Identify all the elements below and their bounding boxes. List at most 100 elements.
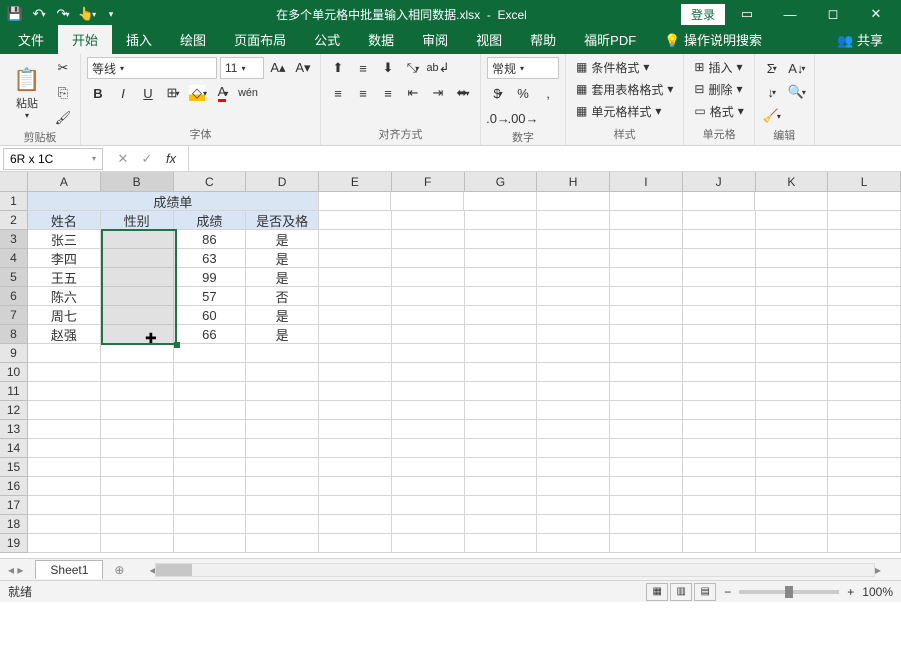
cell[interactable] bbox=[392, 211, 465, 230]
cell[interactable] bbox=[610, 382, 683, 401]
header-pass[interactable]: 是否及格 bbox=[246, 211, 319, 230]
cell[interactable] bbox=[756, 496, 829, 515]
tab-file[interactable]: 文件 bbox=[4, 25, 58, 54]
align-bottom-button[interactable]: ⬇ bbox=[377, 57, 399, 79]
cell[interactable] bbox=[537, 325, 610, 344]
cell[interactable] bbox=[392, 249, 465, 268]
cell[interactable] bbox=[683, 515, 756, 534]
cell[interactable] bbox=[756, 401, 829, 420]
cell[interactable] bbox=[828, 249, 901, 268]
cell[interactable] bbox=[101, 515, 174, 534]
fx-button[interactable]: fx bbox=[160, 148, 182, 170]
cell[interactable] bbox=[246, 382, 319, 401]
cell[interactable] bbox=[537, 363, 610, 382]
cell[interactable] bbox=[610, 306, 683, 325]
cell[interactable] bbox=[319, 496, 392, 515]
cell[interactable] bbox=[28, 458, 101, 477]
data-score[interactable]: 60 bbox=[174, 306, 247, 325]
row-header-16[interactable]: 16 bbox=[0, 477, 28, 496]
cell[interactable] bbox=[756, 325, 829, 344]
column-header-E[interactable]: E bbox=[319, 172, 392, 192]
cell[interactable] bbox=[610, 325, 683, 344]
cell[interactable] bbox=[101, 382, 174, 401]
cell[interactable] bbox=[537, 401, 610, 420]
cell[interactable] bbox=[828, 382, 901, 401]
sort-filter-button[interactable]: A↓▾ bbox=[786, 57, 808, 79]
italic-button[interactable]: I bbox=[112, 82, 134, 104]
cell[interactable] bbox=[610, 439, 683, 458]
cell[interactable] bbox=[246, 477, 319, 496]
find-button[interactable]: 🔍▾ bbox=[786, 81, 808, 103]
horizontal-scrollbar[interactable]: ◂ ▸ bbox=[129, 563, 901, 577]
row-header-2[interactable]: 2 bbox=[0, 211, 28, 230]
cell[interactable] bbox=[319, 382, 392, 401]
cell[interactable] bbox=[756, 211, 829, 230]
cell[interactable] bbox=[246, 458, 319, 477]
tab-insert[interactable]: 插入 bbox=[112, 25, 166, 54]
data-score[interactable]: 63 bbox=[174, 249, 247, 268]
cell[interactable] bbox=[101, 534, 174, 553]
cell[interactable] bbox=[828, 496, 901, 515]
cell[interactable] bbox=[28, 439, 101, 458]
cell[interactable] bbox=[756, 344, 829, 363]
row-header-7[interactable]: 7 bbox=[0, 306, 28, 325]
row-header-1[interactable]: 1 bbox=[0, 192, 28, 211]
cell[interactable] bbox=[537, 268, 610, 287]
column-header-C[interactable]: C bbox=[174, 172, 247, 192]
cell[interactable] bbox=[319, 306, 392, 325]
cell[interactable] bbox=[683, 496, 756, 515]
cut-button[interactable]: ✂ bbox=[52, 57, 74, 79]
row-header-13[interactable]: 13 bbox=[0, 420, 28, 439]
font-color-button[interactable]: A▾ bbox=[212, 82, 234, 104]
cell[interactable] bbox=[246, 401, 319, 420]
tab-view[interactable]: 视图 bbox=[462, 25, 516, 54]
name-box[interactable]: ▾ bbox=[3, 148, 103, 170]
column-header-A[interactable]: A bbox=[28, 172, 101, 192]
row-header-12[interactable]: 12 bbox=[0, 401, 28, 420]
cell[interactable] bbox=[319, 439, 392, 458]
insert-cells-button[interactable]: ⊞ 插入 ▾ bbox=[690, 57, 747, 77]
decrease-font-button[interactable]: A▾ bbox=[292, 57, 314, 79]
cell[interactable] bbox=[174, 496, 247, 515]
row-header-15[interactable]: 15 bbox=[0, 458, 28, 477]
cell[interactable] bbox=[174, 344, 247, 363]
row-header-18[interactable]: 18 bbox=[0, 515, 28, 534]
cell[interactable] bbox=[319, 268, 392, 287]
cell[interactable] bbox=[392, 344, 465, 363]
cell[interactable] bbox=[537, 287, 610, 306]
cell[interactable] bbox=[101, 477, 174, 496]
cell[interactable] bbox=[610, 477, 683, 496]
cell[interactable] bbox=[101, 420, 174, 439]
data-gender[interactable] bbox=[101, 306, 174, 325]
cell[interactable] bbox=[610, 496, 683, 515]
delete-cells-button[interactable]: ⊟ 删除 ▾ bbox=[690, 79, 747, 99]
cell[interactable] bbox=[683, 306, 756, 325]
cell[interactable] bbox=[174, 420, 247, 439]
cell[interactable] bbox=[828, 211, 901, 230]
data-score[interactable]: 66 bbox=[174, 325, 247, 344]
cell[interactable] bbox=[537, 477, 610, 496]
row-header-10[interactable]: 10 bbox=[0, 363, 28, 382]
cell[interactable] bbox=[537, 382, 610, 401]
cell[interactable] bbox=[246, 515, 319, 534]
cell[interactable] bbox=[465, 534, 538, 553]
column-header-K[interactable]: K bbox=[756, 172, 829, 192]
row-header-6[interactable]: 6 bbox=[0, 287, 28, 306]
currency-button[interactable]: $▾ bbox=[487, 82, 509, 104]
cell[interactable] bbox=[392, 477, 465, 496]
cell[interactable] bbox=[537, 496, 610, 515]
data-score[interactable]: 99 bbox=[174, 268, 247, 287]
tab-home[interactable]: 开始 bbox=[58, 25, 112, 54]
data-name[interactable]: 陈六 bbox=[28, 287, 101, 306]
cell[interactable] bbox=[683, 268, 756, 287]
cell[interactable] bbox=[28, 496, 101, 515]
increase-font-button[interactable]: A▴ bbox=[267, 57, 289, 79]
select-all-corner[interactable] bbox=[0, 172, 28, 192]
cell[interactable] bbox=[465, 230, 538, 249]
cell[interactable] bbox=[28, 363, 101, 382]
page-layout-view-button[interactable]: ▥ bbox=[670, 583, 692, 601]
cell[interactable] bbox=[828, 230, 901, 249]
cell[interactable] bbox=[465, 420, 538, 439]
column-header-F[interactable]: F bbox=[392, 172, 465, 192]
cell[interactable] bbox=[465, 325, 538, 344]
